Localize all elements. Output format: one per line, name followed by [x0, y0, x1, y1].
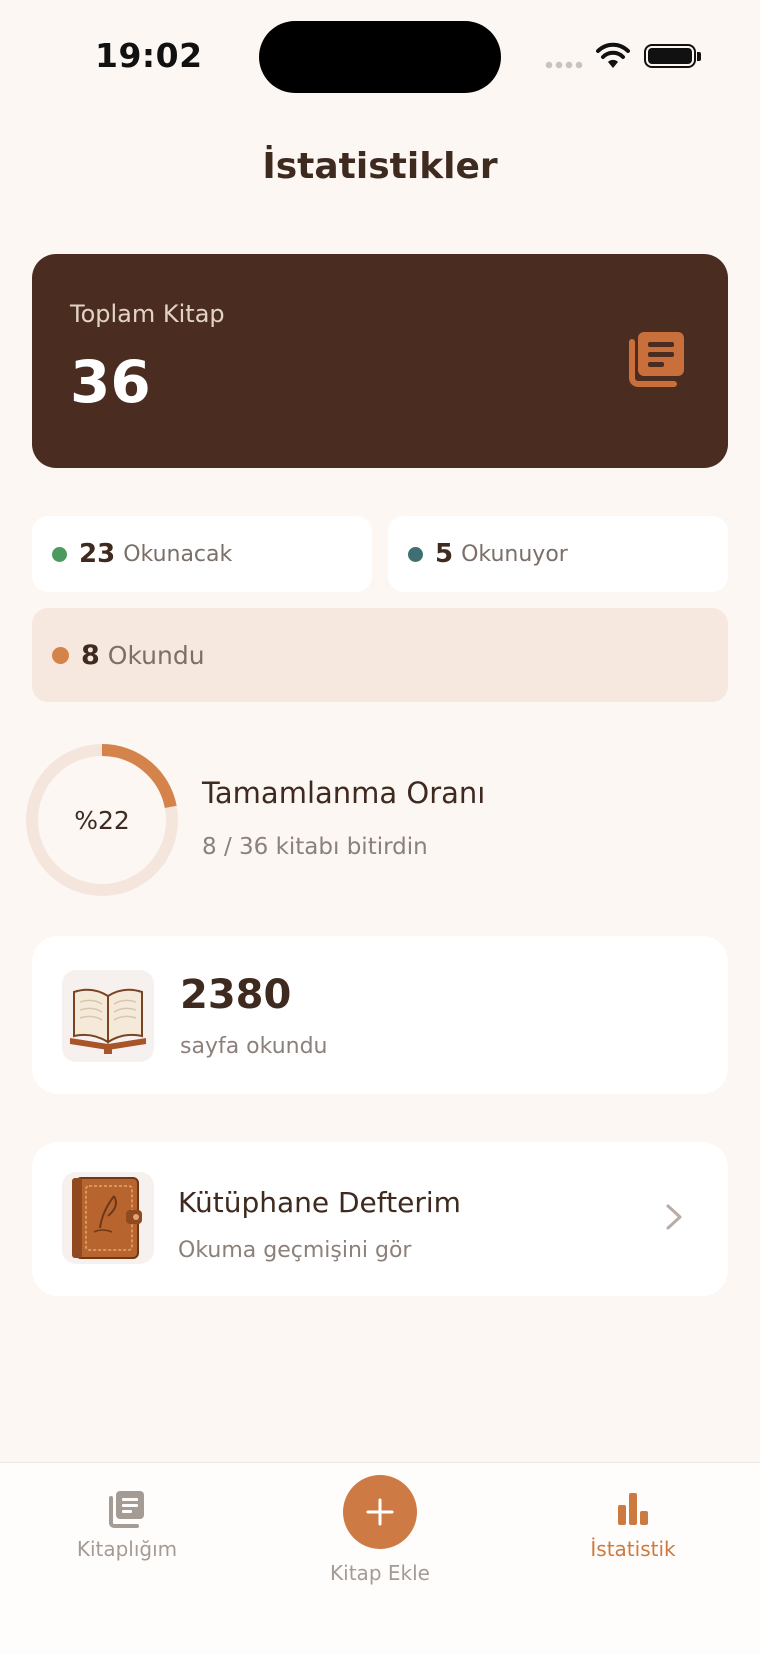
- reading-label: Okunuyor: [461, 541, 568, 567]
- chevron-right-icon: [666, 1204, 682, 1230]
- completion-title: Tamamlanma Oranı: [202, 776, 486, 810]
- bar-chart-icon: [618, 1493, 648, 1525]
- battery-icon: [644, 44, 696, 68]
- tab-statistics-label: İstatistik: [590, 1537, 676, 1561]
- books-stack-icon: [629, 332, 684, 387]
- pages-read-value: 2380: [180, 972, 292, 1018]
- finished-label: Okundu: [107, 640, 205, 670]
- signal-dots-icon: [544, 61, 584, 69]
- total-books-card: Toplam Kitap 36: [32, 254, 728, 468]
- tab-bar: Kitaplığım Kitap Ekle İstatistik: [0, 1462, 760, 1654]
- library-icon: [109, 1491, 144, 1528]
- finished-count: 8: [81, 639, 100, 671]
- finished-dot: [52, 646, 69, 664]
- completion-subtitle: 8 / 36 kitabı bitirdin: [202, 834, 428, 860]
- add-book-button[interactable]: [343, 1475, 417, 1549]
- tab-library[interactable]: Kitaplığım: [60, 1489, 194, 1561]
- total-books-value: 36: [70, 348, 151, 416]
- library-journal-card[interactable]: Kütüphane Defterim Okuma geçmişini gör: [32, 1142, 728, 1296]
- to-read-dot: [52, 546, 67, 562]
- stat-finished[interactable]: 8 Okundu: [32, 608, 728, 702]
- journal-subtitle: Okuma geçmişini gör: [178, 1238, 412, 1263]
- battery-tip: [697, 52, 701, 61]
- leather-journal-icon: [72, 1177, 142, 1259]
- tab-statistics[interactable]: İstatistik: [566, 1489, 700, 1561]
- open-book-icon: [70, 988, 146, 1054]
- dynamic-island: [259, 21, 501, 93]
- total-books-label: Toplam Kitap: [70, 300, 225, 328]
- to-read-count: 23: [79, 539, 116, 569]
- reading-count: 5: [435, 539, 454, 569]
- tab-add-book[interactable]: Kitap Ekle: [310, 1475, 450, 1585]
- page-title: İstatistikler: [262, 146, 498, 187]
- status-time: 19:02: [95, 36, 203, 75]
- stat-to-read[interactable]: 23 Okunacak: [32, 516, 372, 592]
- tab-library-label: Kitaplığım: [76, 1537, 178, 1561]
- reading-dot: [408, 546, 423, 562]
- journal-icon-tile: [62, 1172, 154, 1264]
- pages-read-label: sayfa okundu: [180, 1034, 328, 1059]
- completion-percent: %22: [74, 805, 130, 835]
- stat-reading[interactable]: 5 Okunuyor: [388, 516, 728, 592]
- open-book-icon-tile: [62, 970, 154, 1062]
- statistics-screen: 19:02 İstatistikler Toplam Kitap 36 23 O…: [0, 0, 760, 1654]
- pages-read-card: 2380 sayfa okundu: [32, 936, 728, 1094]
- to-read-label: Okunacak: [123, 541, 233, 567]
- tab-add-book-label: Kitap Ekle: [330, 1561, 430, 1585]
- journal-title: Kütüphane Defterim: [178, 1186, 461, 1219]
- plus-icon: [366, 1498, 394, 1526]
- wifi-icon: [596, 42, 630, 68]
